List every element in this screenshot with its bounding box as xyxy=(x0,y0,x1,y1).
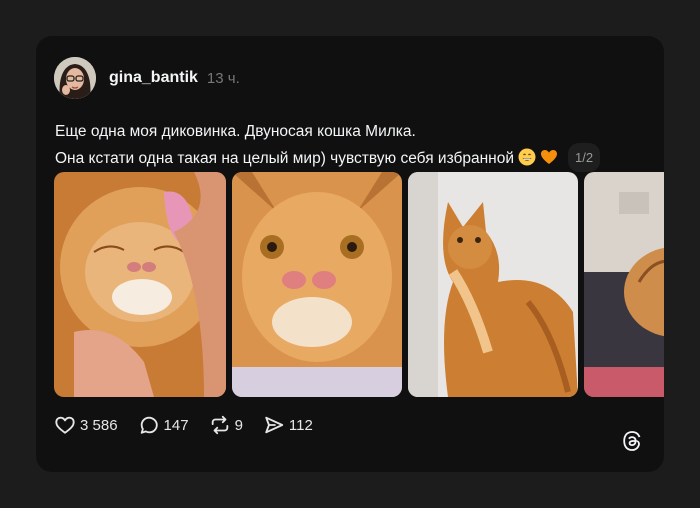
comment-icon xyxy=(140,416,158,434)
grinning-face-emoji xyxy=(518,148,536,173)
share-button[interactable]: 112 xyxy=(263,414,313,436)
repost-icon xyxy=(211,415,228,435)
post-text-line-2: Она кстати одна такая на целый мир) чувс… xyxy=(55,143,655,173)
carousel-photo-1[interactable] xyxy=(54,172,226,397)
avatar[interactable] xyxy=(54,57,96,99)
username[interactable]: gina_bantik xyxy=(109,69,198,87)
orange-heart-emoji xyxy=(540,148,558,173)
heart-icon xyxy=(55,416,75,434)
post-actions: 3 586 147 9 112 xyxy=(54,413,333,437)
share-icon xyxy=(265,416,284,434)
carousel-page-counter: 1/2 xyxy=(568,143,601,172)
post-header: gina_bantik 13 ч. xyxy=(54,57,240,99)
repost-button[interactable]: 9 xyxy=(209,414,243,436)
comment-count: 147 xyxy=(163,416,189,434)
carousel-photo-2[interactable] xyxy=(232,172,402,397)
carousel-photo-3[interactable] xyxy=(408,172,578,397)
post-text: Еще одна моя диковинка. Двуносая кошка М… xyxy=(55,120,655,173)
post-card: gina_bantik 13 ч. Еще одна моя диковинка… xyxy=(36,36,664,472)
threads-logo-icon[interactable] xyxy=(620,429,644,453)
like-button[interactable]: 3 586 xyxy=(54,414,118,436)
like-count: 3 586 xyxy=(80,416,118,434)
repost-count: 9 xyxy=(234,416,243,434)
post-text-line-1: Еще одна моя диковинка. Двуносая кошка М… xyxy=(55,123,416,140)
photo-carousel[interactable] xyxy=(54,172,664,397)
post-timestamp[interactable]: 13 ч. xyxy=(207,70,240,87)
post-text-line-2-content: Она кстати одна такая на целый мир) чувс… xyxy=(55,150,515,167)
carousel-photo-4[interactable] xyxy=(584,172,664,397)
share-count: 112 xyxy=(288,416,313,434)
comment-button[interactable]: 147 xyxy=(138,414,189,436)
